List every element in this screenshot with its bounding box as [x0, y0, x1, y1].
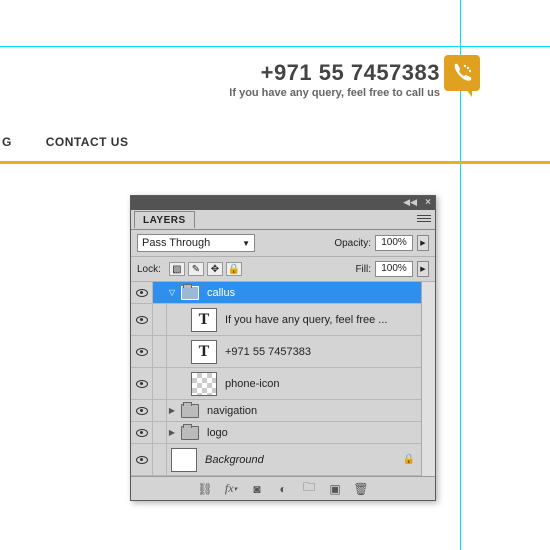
- scrollbar[interactable]: [421, 282, 435, 476]
- layer-mask-icon[interactable]: ◙: [249, 482, 265, 496]
- text-layer-icon: T: [191, 308, 217, 332]
- adjustment-layer-icon[interactable]: ◐: [275, 482, 291, 496]
- opacity-flyout-icon[interactable]: ▶: [417, 235, 429, 251]
- layer-group-navigation[interactable]: ▶ navigation: [131, 400, 435, 422]
- opacity-label: Opacity:: [334, 238, 371, 249]
- layer-name[interactable]: phone-icon: [225, 378, 421, 390]
- layer-name[interactable]: logo: [207, 427, 421, 439]
- blend-mode-value: Pass Through: [142, 237, 210, 249]
- lock-indicator-icon: 🔒: [403, 454, 415, 465]
- fx-icon[interactable]: fx▾: [223, 482, 239, 496]
- close-icon[interactable]: ×: [425, 197, 431, 208]
- visibility-icon[interactable]: [136, 380, 148, 388]
- callus-block: +971 55 7457383 If you have any query, f…: [229, 60, 440, 99]
- layer-group-callus[interactable]: ▽ callus: [131, 282, 435, 304]
- new-layer-icon[interactable]: ▣: [327, 482, 343, 496]
- layer-background[interactable]: Background 🔒: [131, 444, 435, 476]
- disclosure-down-icon[interactable]: ▽: [167, 288, 177, 297]
- layer-name[interactable]: navigation: [207, 405, 421, 417]
- layer-name[interactable]: +971 55 7457383: [225, 346, 421, 358]
- visibility-icon[interactable]: [136, 289, 148, 297]
- text-layer-icon: T: [191, 340, 217, 364]
- opacity-input[interactable]: 100%: [375, 235, 413, 251]
- layer-text-phone[interactable]: T +971 55 7457383: [131, 336, 435, 368]
- folder-icon: [181, 404, 199, 418]
- folder-icon: [181, 426, 199, 440]
- layer-text-query[interactable]: T If you have any query, feel free ...: [131, 304, 435, 336]
- fill-input[interactable]: 100%: [375, 261, 413, 277]
- visibility-icon[interactable]: [136, 348, 148, 356]
- nav-item-contact[interactable]: CONTACT US: [46, 135, 129, 149]
- layer-name[interactable]: If you have any query, feel free ...: [225, 314, 421, 326]
- folder-icon: [181, 286, 199, 300]
- lock-fill-row: Lock: ▧ ✎ ✥ 🔒 Fill: 100% ▶: [131, 257, 435, 282]
- panel-tabs: LAYERS: [131, 210, 435, 230]
- tab-layers[interactable]: LAYERS: [134, 211, 195, 228]
- visibility-icon[interactable]: [136, 316, 148, 324]
- fill-flyout-icon[interactable]: ▶: [417, 261, 429, 277]
- nav-item-partial[interactable]: G: [2, 135, 12, 149]
- lock-pixels-icon[interactable]: ✎: [188, 262, 204, 276]
- layers-list: ▽ callus T If you have any query, feel f…: [131, 282, 435, 476]
- phone-query-text: If you have any query, feel free to call…: [229, 87, 440, 99]
- panel-menu-icon[interactable]: [417, 213, 431, 225]
- lock-all-icon[interactable]: 🔒: [226, 262, 242, 276]
- visibility-icon[interactable]: [136, 407, 148, 415]
- blend-opacity-row: Pass Through ▼ Opacity: 100% ▶: [131, 230, 435, 257]
- layer-name[interactable]: callus: [207, 287, 421, 299]
- navigation-bar: G CONTACT US: [0, 135, 550, 164]
- lock-icons: ▧ ✎ ✥ 🔒: [169, 262, 242, 276]
- layer-name[interactable]: Background: [205, 454, 403, 466]
- new-group-icon[interactable]: 🗀: [301, 482, 317, 496]
- layer-phone-icon[interactable]: phone-icon: [131, 368, 435, 400]
- layer-group-logo[interactable]: ▶ logo: [131, 422, 435, 444]
- nav-divider: [0, 161, 550, 164]
- layers-panel: ◀◀ × LAYERS Pass Through ▼ Opacity: 100%…: [130, 195, 436, 501]
- phone-number: +971 55 7457383: [229, 60, 440, 86]
- chevron-down-icon: ▼: [242, 239, 250, 248]
- disclosure-right-icon[interactable]: ▶: [167, 406, 177, 415]
- collapse-icon[interactable]: ◀◀: [403, 197, 417, 208]
- phone-icon: [444, 55, 480, 91]
- panel-footer: ⛓ fx▾ ◙ ◐ 🗀 ▣ 🗑: [131, 476, 435, 500]
- lock-transparency-icon[interactable]: ▧: [169, 262, 185, 276]
- raster-layer-icon: [191, 372, 217, 396]
- guide-horizontal: [0, 46, 550, 47]
- disclosure-right-icon[interactable]: ▶: [167, 428, 177, 437]
- visibility-icon[interactable]: [136, 456, 148, 464]
- delete-layer-icon[interactable]: 🗑: [353, 482, 369, 496]
- layer-thumb: [171, 448, 197, 472]
- blend-mode-select[interactable]: Pass Through ▼: [137, 234, 255, 252]
- visibility-icon[interactable]: [136, 429, 148, 437]
- link-layers-icon[interactable]: ⛓: [197, 482, 213, 496]
- panel-topbar[interactable]: ◀◀ ×: [131, 196, 435, 210]
- fill-label: Fill:: [355, 264, 371, 275]
- lock-position-icon[interactable]: ✥: [207, 262, 223, 276]
- lock-label: Lock:: [137, 264, 161, 275]
